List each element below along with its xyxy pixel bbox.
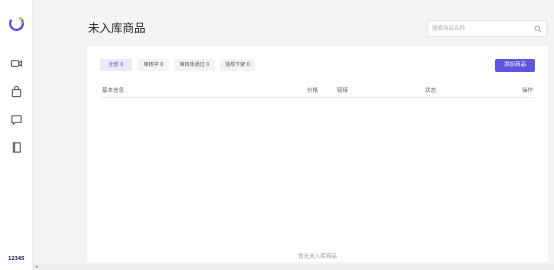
column-price: 价格 [307,88,319,94]
scroll-left-icon[interactable]: ◂ [35,264,38,270]
horizontal-scrollbar[interactable]: ◂ [33,264,554,270]
search-input[interactable] [432,23,532,35]
book-icon[interactable] [10,141,23,154]
product-panel: 全部 0 审核中 0 审核未通过 0 违规下架 0 添加商品 基本信息 价格 链… [87,46,548,262]
tab-all[interactable]: 全部 0 [100,59,132,71]
sidebar: 12345 [0,0,33,270]
tab-violation-removed[interactable]: 违规下架 0 [220,59,255,71]
tab-rejected[interactable]: 审核未通过 0 [174,59,215,71]
table-header: 基本信息 价格 链接 状态 操作 [100,84,535,98]
app-logo-icon[interactable] [8,15,25,32]
video-icon[interactable] [10,57,23,70]
column-basic-info: 基本信息 [102,88,125,94]
column-status: 状态 [425,88,437,94]
message-icon[interactable] [10,113,23,126]
column-actions: 操作 [522,88,534,94]
search-box[interactable] [427,20,547,37]
search-icon[interactable] [534,25,542,33]
page-title: 未入库商品 [88,21,146,35]
add-product-button[interactable]: 添加商品 [495,59,535,72]
column-link: 链接 [337,88,349,94]
avatar[interactable]: 12345 [8,256,25,262]
shopping-bag-icon[interactable] [10,85,23,98]
empty-state-text: 暂无未入库商品 [298,254,337,260]
tab-reviewing[interactable]: 审核中 0 [138,59,169,71]
